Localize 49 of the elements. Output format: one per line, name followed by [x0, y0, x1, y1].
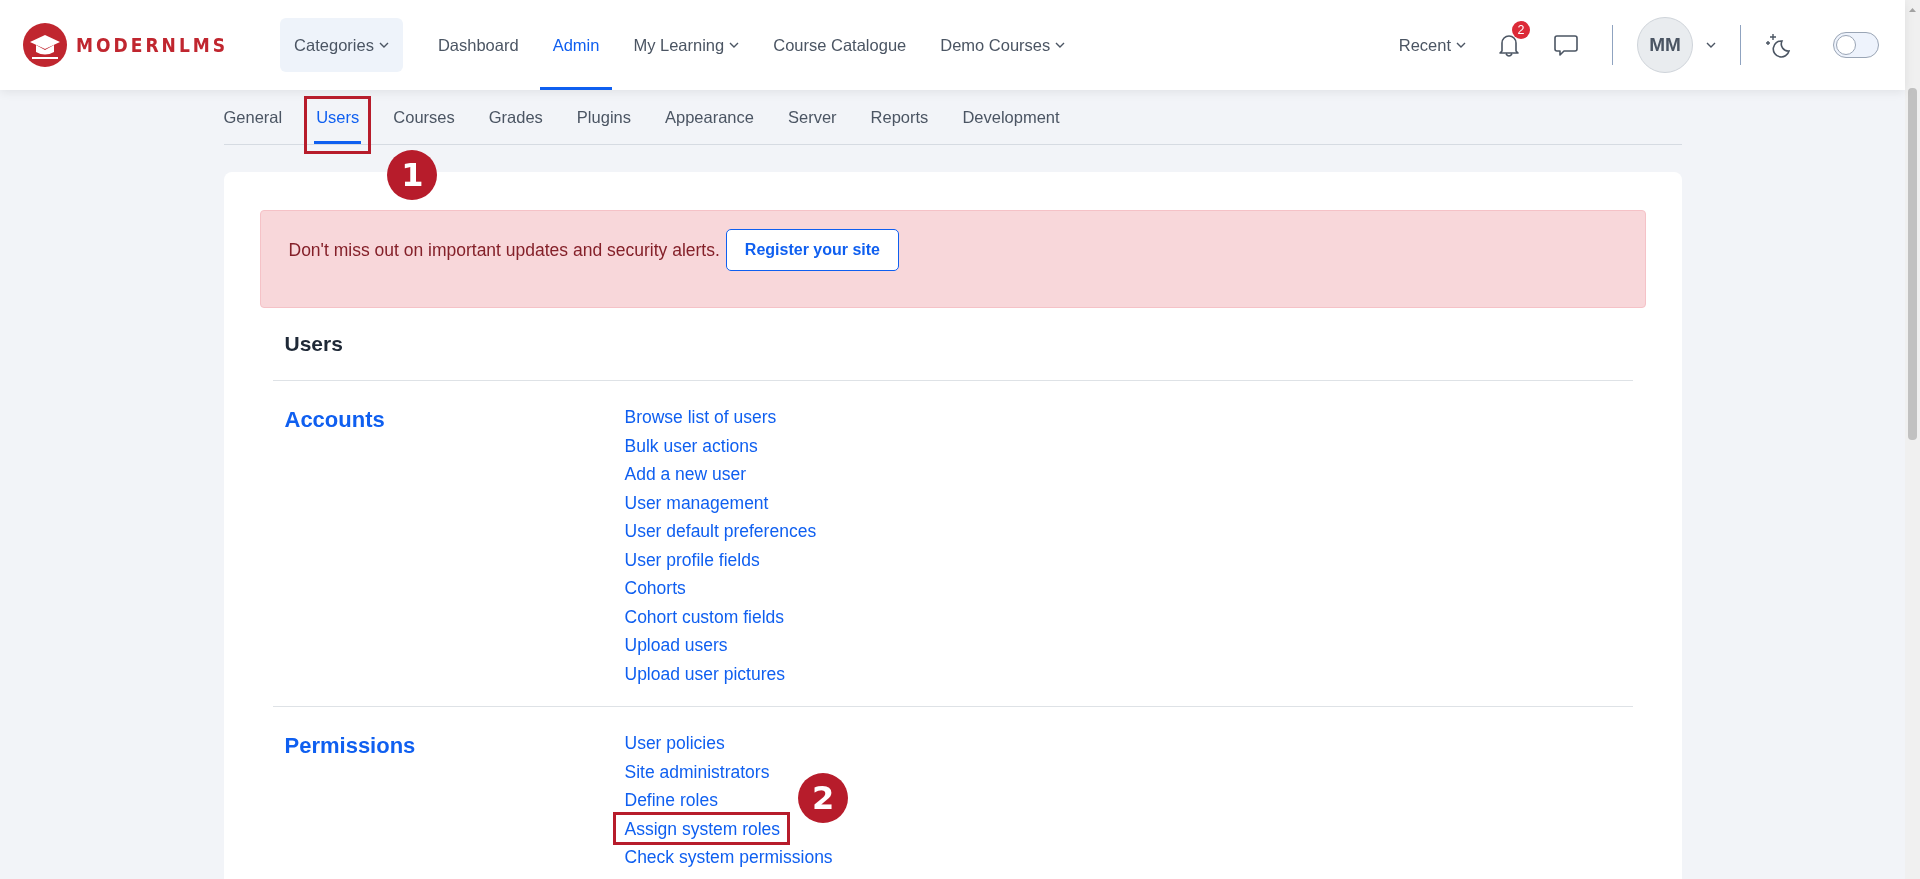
dark-mode-toggle[interactable]: [1833, 32, 1879, 58]
settings-link[interactable]: Browse list of users: [624, 403, 777, 432]
settings-link[interactable]: Bulk user actions: [624, 431, 758, 460]
admin-tab[interactable]: Plugins: [562, 93, 645, 144]
settings-link[interactable]: User policies: [624, 729, 725, 758]
page-heading: Users: [272, 308, 1633, 381]
section-title: Accounts: [284, 407, 386, 434]
settings-link[interactable]: User profile fields: [624, 545, 760, 574]
settings-link[interactable]: Upload users: [624, 631, 728, 660]
admin-tab[interactable]: Courses: [379, 93, 469, 144]
admin-tab[interactable]: Appearance: [651, 93, 768, 144]
bell-icon[interactable]: [1498, 33, 1520, 57]
settings-link[interactable]: Cohort custom fields: [624, 602, 784, 631]
admin-tab[interactable]: Grades: [474, 93, 557, 144]
alert-message: Don't miss out on important updates and security alerts.: [288, 239, 720, 261]
nav-link[interactable]: Dashboard: [424, 0, 532, 90]
admin-tab[interactable]: General: [223, 93, 297, 144]
section-title: Permissions: [284, 733, 417, 760]
settings-link[interactable]: Assign system roles: [624, 814, 781, 843]
settings-link[interactable]: User default preferences: [624, 517, 817, 546]
admin-tab[interactable]: Reports: [856, 93, 943, 144]
caret-icon: [1456, 42, 1466, 48]
notification-badge: 2: [1512, 21, 1530, 39]
settings-link[interactable]: Cohorts: [624, 574, 686, 603]
logo-text[interactable]: MODERNLMS: [76, 33, 229, 57]
nav-link[interactable]: Admin: [539, 0, 613, 90]
callout-number: 2: [798, 772, 849, 823]
settings-link[interactable]: Site administrators: [624, 757, 770, 786]
admin-tab[interactable]: Server: [774, 93, 851, 144]
settings-link[interactable]: Check system permissions: [624, 843, 833, 872]
chat-bubble-icon[interactable]: [1554, 34, 1578, 56]
caret-icon: [1706, 42, 1716, 48]
admin-tab[interactable]: Development: [948, 93, 1074, 144]
logo-icon: [22, 22, 68, 68]
settings-link[interactable]: Upload user pictures: [624, 659, 785, 688]
categories-button[interactable]: Categories: [280, 18, 403, 72]
highlight-frame: [304, 96, 372, 154]
settings-link[interactable]: User management: [624, 488, 769, 517]
nav-link[interactable]: Course Catalogue: [760, 0, 920, 90]
user-avatar[interactable]: MM: [1637, 17, 1693, 73]
admin-tab[interactable]: Users: [314, 93, 362, 144]
nav-link[interactable]: My Learning: [620, 0, 753, 90]
callout-number: 1: [387, 150, 438, 200]
settings-link[interactable]: Define roles: [624, 786, 718, 815]
recent-menu[interactable]: Recent: [1398, 35, 1466, 55]
nav-link[interactable]: Demo Courses: [927, 0, 1079, 90]
moon-stars-icon[interactable]: [1765, 32, 1791, 58]
settings-link[interactable]: Add a new user: [624, 460, 747, 489]
register-button[interactable]: Register your site: [725, 229, 899, 271]
